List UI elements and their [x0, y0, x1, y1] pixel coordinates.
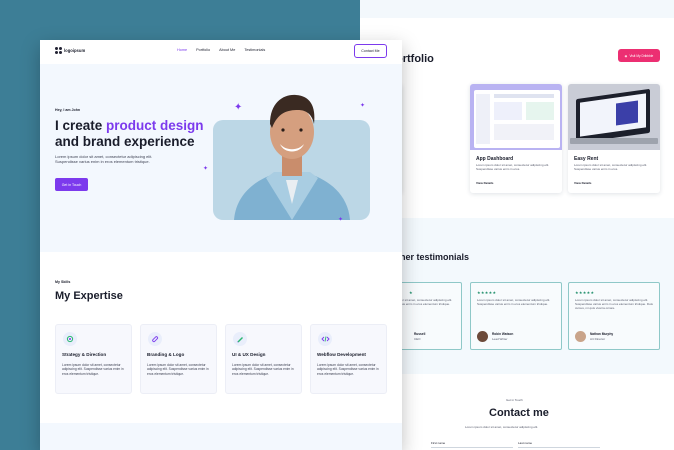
testimonial-name: Nathan Murphy	[590, 332, 614, 336]
expertise-card-description: Lorem ipsum dolor sit amet, consectetur …	[147, 363, 209, 376]
project-description: Lorem ipsum dolor sit amet, consectetur …	[476, 163, 550, 171]
project-thumbnail	[568, 84, 660, 150]
code-icon	[318, 332, 332, 346]
expertise-card-description: Lorem ipsum dolor sit amet, consectetur …	[232, 363, 294, 376]
expertise-card-title: UI & UX Design	[232, 352, 266, 357]
logo-text: logoipsum	[64, 48, 86, 53]
expertise-card-description: Lorem ipsum dolor sit amet, consectetur …	[317, 363, 379, 376]
headline-part-2: and brand experience	[55, 134, 195, 149]
avatar	[575, 331, 586, 342]
headline-part-1: I create	[55, 118, 107, 133]
front-page-preview: logoipsum Home Portfolio About Me Testim…	[40, 40, 402, 450]
rating-stars: ★★★★★	[477, 290, 497, 295]
expertise-card: Strategy & Direction Lorem ipsum dolor s…	[55, 324, 132, 394]
dribbble-icon: ◉	[624, 53, 628, 58]
expertise-pretitle: My Skills	[55, 280, 71, 284]
project-description: Lorem ipsum dolor sit amet, consectetur …	[574, 163, 648, 171]
sparkle-icon: ✦	[360, 103, 366, 109]
logo[interactable]: logoipsum	[55, 47, 85, 54]
testimonial-role: Art Director	[590, 337, 606, 341]
portrait-image	[234, 94, 350, 220]
project-link[interactable]: View Details	[476, 181, 493, 185]
nav-links: Home Portfolio About Me Testimonials	[177, 48, 265, 52]
sparkle-icon: ✦	[234, 102, 243, 113]
last-name-label: Last name	[518, 441, 533, 445]
dribbble-button[interactable]: ◉ Visit My Dribbble	[618, 49, 660, 62]
contact-title: Contact me	[489, 407, 549, 419]
expertise-card: UI & UX Design Lorem ipsum dolor sit ame…	[225, 324, 302, 394]
testimonial-card: ★★★★★ Lorem ipsum dolor sit amet, consec…	[470, 282, 562, 350]
expertise-card: Branding & Logo Lorem ipsum dolor sit am…	[140, 324, 217, 394]
first-name-label: First name	[431, 441, 446, 445]
dribbble-button-label: Visit My Dribbble	[629, 53, 654, 58]
testimonial-text: Lorem ipsum dolor sit amet, consectetur …	[477, 298, 551, 306]
portfolio-cards: Lorem ipsum dolor sit amet, consectetur …	[360, 84, 674, 194]
project-title: Easy Rent	[574, 156, 599, 162]
nav-item-testimonials[interactable]: Testimonials	[244, 48, 265, 52]
testimonial-role: CEO	[414, 337, 421, 341]
rating-stars: ★	[409, 290, 413, 295]
expertise-title: My Expertise	[55, 290, 123, 302]
sparkle-icon: ✦	[203, 166, 209, 172]
project-thumbnail	[470, 84, 562, 150]
next-section-band	[40, 423, 402, 450]
project-title: App Dashboard	[476, 156, 514, 162]
portfolio-card[interactable]: Easy Rent Lorem ipsum dolor sit amet, co…	[568, 84, 660, 193]
back-top-strip	[360, 0, 674, 18]
sparkle-icon: ✦	[338, 217, 344, 223]
testimonial-role: Lead Writer	[492, 337, 508, 341]
top-nav: logoipsum Home Portfolio About Me Testim…	[40, 40, 402, 64]
testimonials-title: ner testimonials	[400, 252, 470, 262]
rating-stars: ★★★★★	[575, 290, 595, 295]
testimonial-name: Robin Watson	[492, 332, 514, 336]
headline-accent: product design	[106, 118, 204, 133]
link-icon	[148, 332, 162, 346]
portfolio-card[interactable]: App Dashboard Lorem ipsum dolor sit amet…	[470, 84, 562, 193]
hero-pretitle: Hey, I am John	[55, 108, 81, 112]
testimonial-text: Lorem ipsum dolor sit amet, consectetur …	[575, 298, 653, 310]
contact-pretitle: Get in Touch	[506, 398, 523, 402]
pen-icon	[233, 332, 247, 346]
contact-description: Lorem ipsum dolor sit amet, consectetur …	[465, 425, 539, 429]
strategy-icon	[63, 332, 77, 346]
expertise-card-title: Branding & Logo	[147, 352, 185, 357]
hero-description: Lorem ipsum dolor sit amet, consectetur …	[55, 154, 153, 165]
expertise-card-description: Lorem ipsum dolor sit amet, consectetur …	[62, 363, 124, 376]
nav-item-portfolio[interactable]: Portfolio	[196, 48, 210, 52]
logo-icon	[55, 47, 62, 54]
contact-button[interactable]: Contact Me	[354, 44, 387, 58]
back-page-preview: ortfolio ◉ Visit My Dribbble Lorem ipsum…	[360, 0, 674, 450]
expertise-card-title: Webflow Development	[317, 352, 366, 357]
hero-headline: I create product design and brand experi…	[55, 118, 225, 150]
project-link[interactable]: View Details	[574, 181, 591, 185]
expertise-card-title: Strategy & Direction	[62, 352, 107, 357]
nav-item-about[interactable]: About Me	[219, 48, 235, 52]
testimonial-name: Russell	[414, 332, 426, 336]
get-in-touch-button[interactable]: Get in Touch	[55, 178, 88, 191]
testimonial-card: ★★★★★ Lorem ipsum dolor sit amet, consec…	[568, 282, 660, 350]
nav-item-home[interactable]: Home	[177, 48, 187, 52]
avatar	[477, 331, 488, 342]
expertise-card: Webflow Development Lorem ipsum dolor si…	[310, 324, 387, 394]
